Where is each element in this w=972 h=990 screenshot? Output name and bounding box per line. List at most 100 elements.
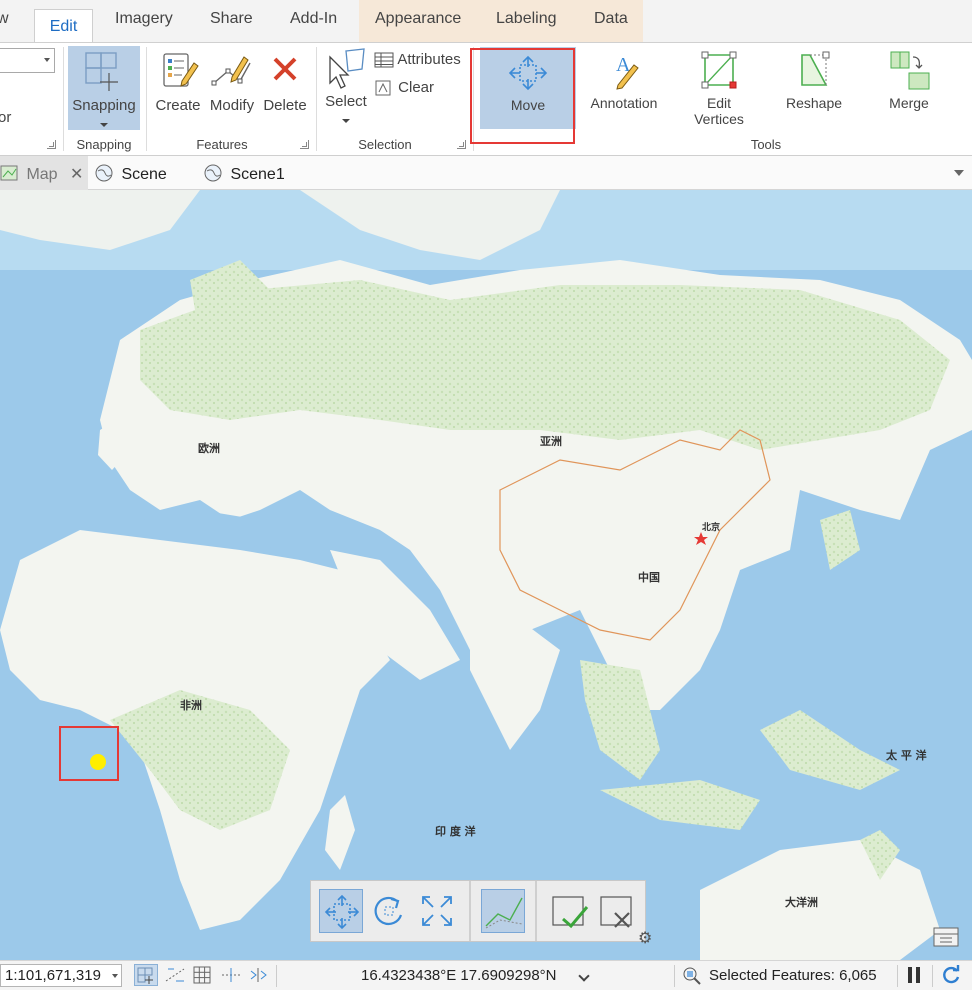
toolbar-separator <box>469 881 471 941</box>
basemap-graphic <box>0 190 972 960</box>
map-label-africa: 非洲 <box>180 699 202 712</box>
correction-button[interactable] <box>164 965 186 989</box>
scale-button[interactable] <box>415 889 459 933</box>
rotate-button[interactable] <box>367 889 411 933</box>
show-vertices-button[interactable] <box>481 889 525 933</box>
map-icon <box>0 165 18 181</box>
edit-vertices-button[interactable]: Edit Vertices <box>678 47 760 127</box>
group-separator <box>63 47 64 151</box>
close-icon[interactable]: ✕ <box>70 166 83 183</box>
modify-button[interactable]: Modify <box>206 49 258 114</box>
delete-label: Delete <box>263 97 307 114</box>
map-label-oceania: 大洋洲 <box>785 896 818 909</box>
snapping-button[interactable]: Snapping <box>68 46 140 130</box>
chevron-down-icon <box>44 58 50 62</box>
basemap-attribution-icon[interactable] <box>932 924 960 948</box>
pause-drawing-button[interactable] <box>906 965 922 989</box>
map-label-beijing: 北京 <box>702 523 721 533</box>
reshape-label: Reshape <box>785 95 843 111</box>
snapping-grid-icon <box>137 967 153 984</box>
coordinate-format-chevron-icon[interactable] <box>578 970 590 982</box>
zoom-to-selection-button[interactable] <box>682 966 702 990</box>
map-scale-dropdown[interactable]: 1:101,671,319 <box>0 964 122 987</box>
toolbar-separator <box>535 881 537 941</box>
selected-features-count: Selected Features: 6,065 <box>709 967 877 984</box>
attributes-label: Attributes <box>397 51 461 68</box>
tab-share[interactable]: Share <box>210 10 253 28</box>
arcgis-pro-window: w Edit Imagery Share Add-In Appearance L… <box>0 0 972 990</box>
create-label: Create <box>155 97 201 114</box>
dialog-launcher-icon[interactable] <box>457 140 466 149</box>
select-button[interactable]: Select <box>322 47 370 127</box>
tab-scene[interactable]: Scene <box>95 164 167 184</box>
tab-data[interactable]: Data <box>594 10 628 28</box>
map-view[interactable]: 欧洲 亚洲 北京 中国 非洲 太 平 洋 印 度 洋 大洋洲 ⚙ <box>0 190 972 960</box>
segment-button[interactable] <box>248 965 270 989</box>
edit-vertices-label-line2: Vertices <box>694 111 744 127</box>
constraints-button[interactable] <box>220 965 242 989</box>
tab-imagery[interactable]: Imagery <box>115 10 173 28</box>
map-label-europe: 欧洲 <box>198 442 220 455</box>
correction-icon <box>165 968 185 982</box>
dialog-launcher-icon[interactable] <box>47 140 56 149</box>
constraints-icon <box>222 968 240 982</box>
tab-scene1[interactable]: Scene1 <box>204 164 285 184</box>
tab-appearance[interactable]: Appearance <box>375 10 461 28</box>
edit-vertices-label-line1: Edit <box>706 95 732 111</box>
reshape-icon <box>801 51 830 86</box>
create-button[interactable]: Create <box>152 49 204 114</box>
grid-icon <box>193 966 211 984</box>
layer-template-dropdown[interactable] <box>0 48 55 73</box>
tab-labeling[interactable]: Labeling <box>496 10 557 28</box>
refresh-icon <box>943 965 960 984</box>
group-label-snapping: Snapping <box>76 137 132 152</box>
select-label: Select <box>325 93 367 110</box>
snapping-toggle-button[interactable] <box>134 964 158 986</box>
move-mode-button[interactable] <box>319 889 363 933</box>
annotation-button[interactable]: A Annotation <box>583 47 665 111</box>
tab-edit[interactable]: Edit <box>34 9 93 43</box>
clear-selection-button[interactable]: Clear <box>374 79 434 99</box>
scale-arrows-icon <box>422 896 452 926</box>
tab-map[interactable]: Map ✕ <box>0 156 88 190</box>
merge-button[interactable]: Merge <box>868 47 950 111</box>
finish-button[interactable] <box>547 889 591 933</box>
globe-icon <box>204 164 222 182</box>
pause-icon <box>908 967 920 983</box>
annotation-label: Annotation <box>590 95 658 111</box>
clear-selection-icon <box>375 80 391 96</box>
attributes-table-icon <box>374 52 394 68</box>
merge-icon <box>890 51 930 90</box>
library-icon <box>933 927 959 947</box>
map-label-china: 中国 <box>638 571 660 584</box>
map-tab-label: Map <box>26 166 58 183</box>
clear-label: Clear <box>398 79 435 96</box>
delete-x-icon <box>273 57 297 81</box>
status-separator <box>674 965 675 987</box>
status-separator <box>897 965 898 987</box>
annotation-pencil-icon: A <box>616 54 639 90</box>
segment-icon <box>250 968 267 982</box>
map-scale-value: 1:101,671,319 <box>5 967 101 984</box>
zoom-selection-icon <box>683 967 701 985</box>
reshape-button[interactable]: Reshape <box>773 47 855 111</box>
status-separator <box>276 965 277 987</box>
dropdown-arrow-icon <box>100 123 108 127</box>
move-arrows-icon <box>324 894 360 930</box>
refresh-button[interactable] <box>940 964 962 990</box>
toolbar-settings-gear-icon[interactable]: ⚙ <box>638 928 652 948</box>
grid-button[interactable] <box>192 965 212 989</box>
dialog-launcher-icon[interactable] <box>300 140 309 149</box>
delete-button[interactable]: Delete <box>260 49 310 114</box>
view-tab-strip: Map ✕ Scene Scene1 <box>0 156 972 190</box>
group-separator <box>316 47 317 151</box>
point-highlight-box <box>59 726 119 781</box>
move-floating-toolbar <box>310 880 646 942</box>
discard-button[interactable] <box>595 889 639 933</box>
tab-overflow-chevron-icon[interactable] <box>954 170 964 176</box>
attributes-button[interactable]: Attributes <box>374 51 461 71</box>
tab-view-partial[interactable]: w <box>0 10 9 28</box>
move-highlight-box <box>470 48 575 144</box>
vertices-line-icon <box>485 897 523 929</box>
tab-add-in[interactable]: Add-In <box>290 10 337 28</box>
